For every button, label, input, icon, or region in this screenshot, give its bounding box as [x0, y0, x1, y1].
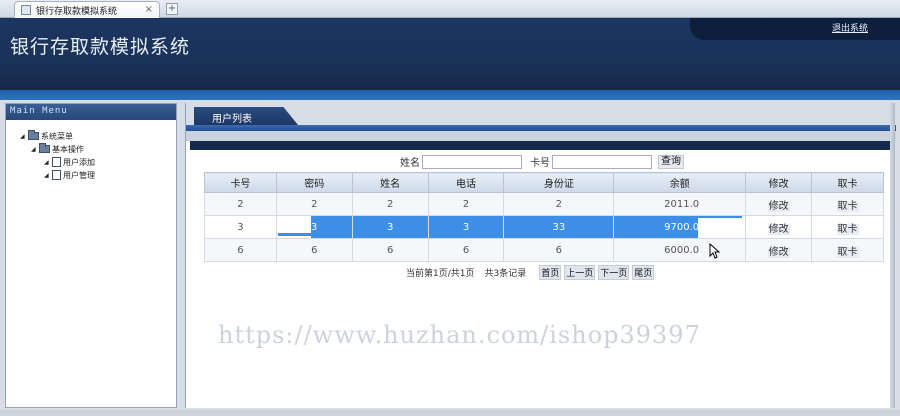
column-header: 修改 — [745, 172, 813, 193]
content-panel: 用户列表 姓名 卡号 查询 卡号 密码 姓名 电话 身份证 余额 修改 取卡 2 — [185, 103, 896, 408]
password-cell: 3 — [275, 215, 353, 239]
new-tab-button[interactable]: + — [166, 3, 178, 15]
close-icon[interactable]: × — [145, 4, 153, 15]
tree-item-label: 用户添加 — [63, 157, 95, 167]
column-header: 密码 — [275, 172, 353, 193]
phone-cell: 6 — [427, 238, 505, 262]
leaf-bullet-icon: ◢ — [44, 158, 49, 166]
table-row[interactable]: 3 3 3 3 33 9700.0 修改 取卡 — [204, 215, 884, 239]
card-input[interactable] — [552, 154, 652, 169]
panel-header-strip — [190, 141, 892, 150]
header-divider — [0, 90, 900, 100]
browser-tab-strip: 银行存取款模拟系统 × + — [0, 0, 900, 18]
scrollbar[interactable] — [890, 103, 895, 408]
withdraw-link[interactable]: 取卡 — [836, 223, 859, 235]
browser-tab-title: 银行存取款模拟系统 — [36, 6, 118, 17]
withdraw-cell: 取卡 — [811, 238, 884, 262]
tree-item-manage-users[interactable]: ◢ 用户管理 — [20, 169, 176, 181]
id-card-cell: 33 — [503, 215, 615, 239]
page-icon — [52, 170, 61, 180]
tab-user-list[interactable]: 用户列表 — [194, 107, 298, 125]
withdraw-link[interactable]: 取卡 — [836, 200, 859, 212]
name-label: 姓名 — [400, 158, 420, 169]
table-header-row: 卡号 密码 姓名 电话 身份证 余额 修改 取卡 — [204, 172, 884, 193]
name-cell: 2 — [351, 192, 429, 216]
table-row[interactable]: 2 2 2 2 2 2011.0 修改 取卡 — [204, 192, 884, 216]
sidebar: Main Menu ◢ 系统菜单 ◢ 基本操作 ◢ 用户添加 ◢ 用户管理 — [5, 103, 177, 408]
edit-link[interactable]: 修改 — [767, 223, 790, 235]
folder-icon — [39, 143, 50, 153]
tree-item-label: 系统菜单 — [41, 131, 73, 141]
name-input[interactable] — [422, 154, 522, 169]
column-header: 姓名 — [351, 172, 429, 193]
expand-toggle-icon[interactable]: ◢ — [20, 133, 28, 140]
first-page-button[interactable]: 首页 — [539, 265, 562, 280]
watermark-text: https://www.huzhan.com/ishop39397 — [218, 321, 701, 349]
page-info: 当前第1页/共1页 — [406, 269, 475, 279]
record-count: 共3条记录 — [484, 269, 527, 279]
search-form: 姓名 卡号 查询 — [400, 154, 684, 169]
name-cell: 3 — [351, 215, 429, 239]
mouse-cursor-icon — [709, 243, 721, 259]
id-card-cell: 2 — [503, 192, 615, 216]
withdraw-cell: 取卡 — [811, 192, 884, 216]
table-row[interactable]: 6 6 6 6 6 6000.0 修改 取卡 — [204, 238, 884, 262]
tree-item-label: 基本操作 — [52, 144, 84, 154]
card-cell: 3 — [204, 215, 277, 239]
balance-cell: 2011.0 — [613, 192, 747, 216]
browser-tab[interactable]: 银行存取款模拟系统 × — [14, 1, 160, 18]
pagination: 当前第1页/共1页 共3条记录 首页 上一页 下一页 尾页 — [406, 265, 655, 280]
toolbar-strip — [186, 131, 896, 141]
next-page-button[interactable]: 下一页 — [598, 265, 630, 280]
phone-cell: 2 — [427, 192, 505, 216]
last-page-button[interactable]: 尾页 — [632, 265, 655, 280]
withdraw-link[interactable]: 取卡 — [836, 246, 859, 258]
selected-text: 3 — [310, 216, 352, 238]
edit-cell: 修改 — [745, 215, 813, 239]
logout-link[interactable]: 退出系统 — [832, 21, 868, 34]
sidebar-heading: Main Menu — [6, 104, 176, 120]
balance-cell: 6000.0 — [613, 238, 747, 262]
edit-link[interactable]: 修改 — [767, 246, 790, 258]
column-header: 取卡 — [811, 172, 884, 193]
column-header: 身份证 — [503, 172, 615, 193]
column-header: 余额 — [613, 172, 747, 193]
app-title: 银行存取款模拟系统 — [10, 36, 191, 58]
edit-link[interactable]: 修改 — [767, 200, 790, 212]
app-header: 银行存取款模拟系统 退出系统 — [0, 18, 900, 90]
user-table: 卡号 密码 姓名 电话 身份证 余额 修改 取卡 2 2 2 2 2 2011.… — [204, 172, 884, 262]
menu-tree: ◢ 系统菜单 ◢ 基本操作 ◢ 用户添加 ◢ 用户管理 — [6, 120, 176, 181]
balance-value: 9700.0 — [664, 221, 700, 233]
tree-item-system-menu[interactable]: ◢ 系统菜单 — [20, 130, 176, 142]
password-cell: 2 — [275, 192, 353, 216]
password-cell: 6 — [275, 238, 353, 262]
status-bar — [0, 410, 900, 416]
name-cell: 6 — [351, 238, 429, 262]
leaf-bullet-icon: ◢ — [44, 171, 49, 179]
card-cell: 2 — [204, 192, 277, 216]
selection-marker — [277, 233, 312, 236]
withdraw-cell: 取卡 — [811, 215, 884, 239]
folder-icon — [28, 130, 39, 140]
search-button[interactable]: 查询 — [658, 154, 684, 169]
page-icon — [52, 157, 61, 167]
page-favicon-icon — [21, 5, 31, 15]
card-label: 卡号 — [530, 158, 550, 169]
tree-item-basic-ops[interactable]: ◢ 基本操作 — [20, 143, 176, 155]
tree-item-label: 用户管理 — [63, 170, 95, 180]
balance-cell: 9700.0 — [613, 215, 747, 239]
card-cell: 6 — [204, 238, 277, 262]
prev-page-button[interactable]: 上一页 — [564, 265, 596, 280]
tree-item-add-user[interactable]: ◢ 用户添加 — [20, 156, 176, 168]
column-header: 卡号 — [204, 172, 277, 193]
expand-toggle-icon[interactable]: ◢ — [31, 146, 39, 153]
edit-cell: 修改 — [745, 238, 813, 262]
id-card-cell: 6 — [503, 238, 615, 262]
edit-cell: 修改 — [745, 192, 813, 216]
column-header: 电话 — [427, 172, 505, 193]
phone-cell: 3 — [427, 215, 505, 239]
